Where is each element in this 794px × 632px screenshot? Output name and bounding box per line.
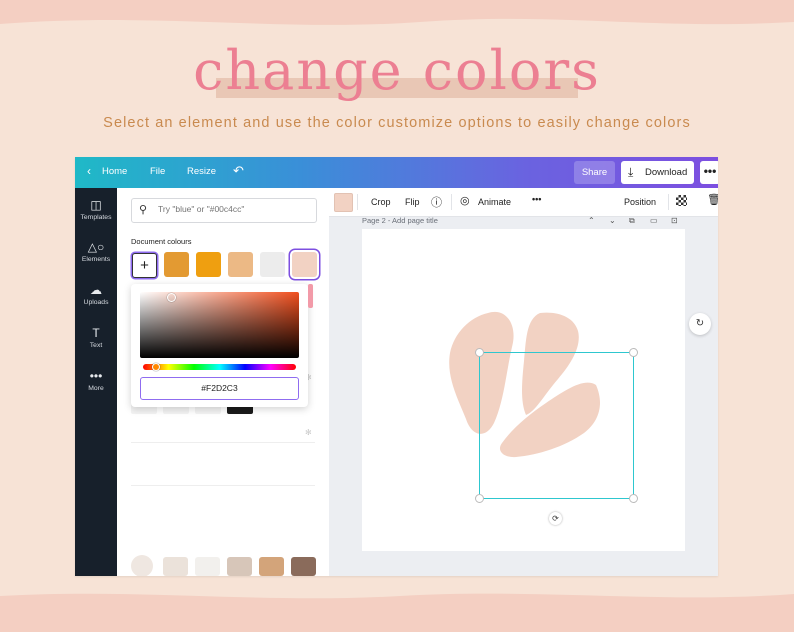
info-icon[interactable]: ⓘ xyxy=(431,194,442,210)
hex-input[interactable]: #F2D2C3 xyxy=(140,377,299,400)
colour-picker-popover: #F2D2C3 xyxy=(131,284,308,407)
design-page[interactable]: ⟳ xyxy=(362,229,685,551)
colour-swatch[interactable] xyxy=(291,557,316,576)
add-page-icon[interactable]: ⊡ xyxy=(671,216,678,225)
comment-icon[interactable]: ↻ xyxy=(689,313,711,335)
hero-subtitle: Select an element and use the color cust… xyxy=(103,115,691,131)
colour-panel: ⚲ Document colours + ✻ ✻ #F2D2C3 xyxy=(117,188,329,576)
trash-icon[interactable]: 🗑 xyxy=(707,193,718,206)
canvas-stage: Crop Flip ⓘ ◎ Animate ••• Position 🗑 Pag… xyxy=(329,188,718,576)
rail-item-elements[interactable]: △○ Elements xyxy=(75,240,117,263)
divider xyxy=(131,485,315,486)
photo-thumbnail[interactable] xyxy=(131,555,153,576)
templates-icon: ◫ xyxy=(90,198,102,212)
rail-item-uploads[interactable]: ☁ Uploads xyxy=(75,283,117,306)
colour-swatch[interactable] xyxy=(163,557,188,576)
download-label: Download xyxy=(645,167,688,178)
resize-handle[interactable] xyxy=(475,494,484,503)
saturation-value-area[interactable] xyxy=(140,292,299,358)
transparency-icon[interactable] xyxy=(676,195,687,206)
scrollbar[interactable] xyxy=(308,284,313,308)
elements-icon: △○ xyxy=(87,240,105,254)
chevron-down-icon[interactable]: ⌄ xyxy=(609,216,616,225)
resize-button[interactable]: Resize xyxy=(187,166,216,177)
uploads-icon: ☁ xyxy=(90,283,102,297)
colour-swatch[interactable] xyxy=(228,252,253,277)
resize-handle[interactable] xyxy=(475,348,484,357)
search-input[interactable] xyxy=(156,203,310,215)
more-icon[interactable]: ••• xyxy=(532,194,541,204)
rail-item-text[interactable]: T Text xyxy=(75,326,117,349)
saturation-handle[interactable] xyxy=(167,293,176,302)
colour-swatch[interactable] xyxy=(259,557,284,576)
undo-icon[interactable]: ↶ xyxy=(233,163,244,179)
colour-swatch[interactable] xyxy=(195,557,220,576)
rotate-icon[interactable]: ⟳ xyxy=(549,512,562,525)
download-icon: ⤓ xyxy=(628,165,634,179)
delete-page-icon[interactable]: ▭ xyxy=(650,216,658,225)
resize-handle[interactable] xyxy=(629,348,638,357)
add-colour-button[interactable]: + xyxy=(132,253,157,278)
top-bar: ‹ Home File Resize ↶ Share ⤓ Download ••… xyxy=(75,157,718,188)
rail-label: Uploads xyxy=(83,299,109,306)
flip-button[interactable]: Flip xyxy=(405,197,420,207)
download-button[interactable]: ⤓ Download xyxy=(621,161,694,184)
document-colours-label: Document colours xyxy=(131,237,192,246)
element-colour-button[interactable] xyxy=(334,193,353,212)
rail-label: More xyxy=(88,385,104,392)
animate-icon[interactable]: ◎ xyxy=(460,194,470,207)
background-wave-top xyxy=(0,0,794,25)
search-icon: ⚲ xyxy=(139,204,148,216)
more-icon[interactable]: ••• xyxy=(700,161,718,184)
animate-button[interactable]: Animate xyxy=(478,197,511,207)
text-icon: T xyxy=(92,326,100,340)
share-button[interactable]: Share xyxy=(574,161,615,184)
colour-swatch[interactable] xyxy=(260,252,285,277)
resize-handle[interactable] xyxy=(629,494,638,503)
chevron-up-icon[interactable]: ⌃ xyxy=(588,216,595,225)
duplicate-page-icon[interactable]: ⧉ xyxy=(629,216,635,226)
position-button[interactable]: Position xyxy=(624,197,656,207)
side-rail: ◫ Templates △○ Elements ☁ Uploads T Text… xyxy=(75,188,117,576)
more-icon: ••• xyxy=(89,369,103,383)
colour-search[interactable]: ⚲ xyxy=(131,198,317,223)
context-toolbar: Crop Flip ⓘ ◎ Animate ••• Position 🗑 xyxy=(329,188,718,217)
chevron-left-icon[interactable]: ‹ xyxy=(87,164,91,178)
editor-window: ‹ Home File Resize ↶ Share ⤓ Download ••… xyxy=(75,157,718,576)
home-link[interactable]: Home xyxy=(102,166,127,177)
rail-item-templates[interactable]: ◫ Templates xyxy=(75,198,117,221)
hue-handle[interactable] xyxy=(152,363,160,371)
background-wave-bottom xyxy=(0,593,794,632)
page-title[interactable]: Page 2 - Add page title xyxy=(362,216,438,225)
colour-swatch-selected[interactable] xyxy=(292,252,317,277)
file-menu[interactable]: File xyxy=(150,166,165,177)
colour-swatch[interactable] xyxy=(164,252,189,277)
gear-icon[interactable]: ✻ xyxy=(305,428,312,437)
rail-label: Elements xyxy=(81,256,111,263)
divider xyxy=(451,194,452,210)
rail-item-more[interactable]: ••• More xyxy=(75,369,117,392)
rail-label: Text xyxy=(89,342,103,349)
hero-title: change colors xyxy=(193,39,601,102)
divider xyxy=(131,442,315,443)
divider xyxy=(668,194,669,210)
rail-label: Templates xyxy=(80,214,112,221)
hue-slider[interactable] xyxy=(143,364,296,370)
crop-button[interactable]: Crop xyxy=(371,197,391,207)
selection-box xyxy=(479,352,634,499)
colour-swatch[interactable] xyxy=(227,557,252,576)
divider xyxy=(357,194,358,210)
colour-swatch[interactable] xyxy=(196,252,221,277)
